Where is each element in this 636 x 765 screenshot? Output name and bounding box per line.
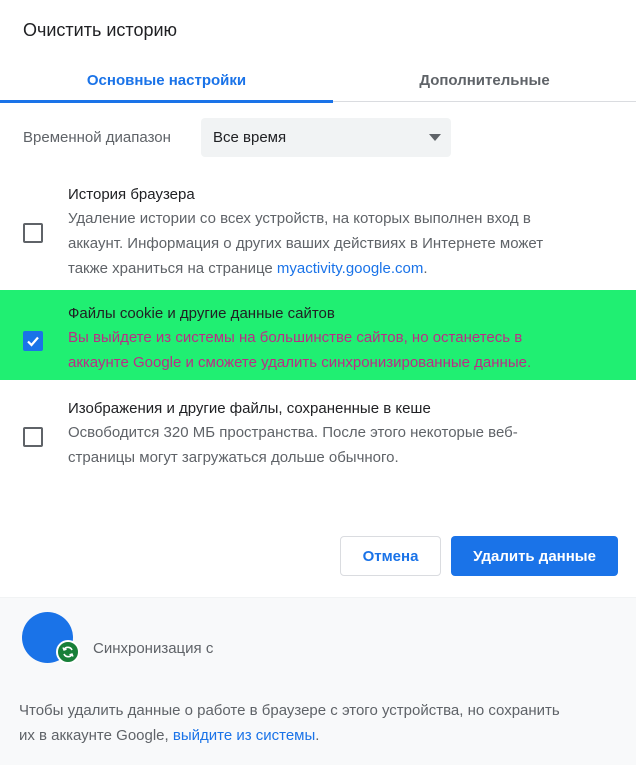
sign-out-link[interactable]: выйдите из системы [173,727,315,744]
option-browsing-history: История браузера Удаление истории со все… [0,180,636,288]
tab-basic-settings[interactable]: Основные настройки [0,58,333,103]
desc-line: Удаление истории со всех устройств, на к… [68,210,531,227]
note-line: их в аккаунте Google, выйдите из системы… [19,723,619,748]
cached-images-checkbox[interactable] [23,427,43,447]
cancel-button[interactable]: Отмена [340,536,441,576]
time-range-row: Временной диапазон Все время [23,118,451,157]
myactivity-link[interactable]: myactivity.google.com [277,260,423,277]
dialog-title: Очистить историю [23,20,178,40]
option-text: Изображения и другие файлы, сохраненные … [68,398,598,470]
sync-icon [56,640,80,664]
option-cached-images: Изображения и другие файлы, сохраненные … [0,393,636,483]
note-line: Чтобы удалить данные о работе в браузере… [19,702,560,719]
note-text: . [315,727,320,744]
sync-footer: Синхронизация с Чтобы удалить данные о р… [0,597,636,765]
caret-down-icon [429,134,441,141]
time-range-value: Все время [213,129,287,146]
time-range-select[interactable]: Все время [201,118,451,157]
desc-line: Освободится 320 МБ пространства. После э… [68,424,518,441]
option-text: Файлы cookie и другие данные сайтов Вы в… [68,303,598,375]
desc-line: аккаунте Google и сможете удалить синхро… [68,354,532,371]
footer-note: Чтобы удалить данные о работе в браузере… [19,698,619,748]
time-range-label: Временной диапазон [23,129,171,146]
option-title: Изображения и другие файлы, сохраненные … [68,400,431,417]
browsing-history-checkbox[interactable] [23,223,43,243]
option-description: Освободится 320 МБ пространства. После э… [68,420,598,470]
option-title: История браузера [68,186,195,203]
option-description: Вы выйдете из системы на большинстве сай… [68,325,598,375]
sync-label: Синхронизация с [93,640,214,657]
option-title: Файлы cookie и другие данные сайтов [68,305,335,322]
cookies-checkbox[interactable] [23,331,43,351]
option-cookies: Файлы cookie и другие данные сайтов Вы в… [0,290,636,380]
desc-line: страницы могут загружаться дольше обычно… [68,449,399,466]
desc-line: также храниться на странице myactivity.g… [68,256,598,281]
desc-line: аккаунт. Информация о других ваших дейст… [68,235,544,252]
tab-advanced[interactable]: Дополнительные [333,58,636,102]
note-text: их в аккаунте Google, [19,727,173,744]
desc-text: также храниться на странице [68,260,277,277]
desc-text: . [423,260,428,277]
check-icon [27,336,39,347]
tab-bar: Основные настройки Дополнительные [0,58,636,103]
option-text: История браузера Удаление истории со все… [68,184,598,281]
option-description: Удаление истории со всех устройств, на к… [68,206,598,281]
delete-data-button[interactable]: Удалить данные [451,536,618,576]
desc-line: Вы выйдете из системы на большинстве сай… [68,329,523,346]
